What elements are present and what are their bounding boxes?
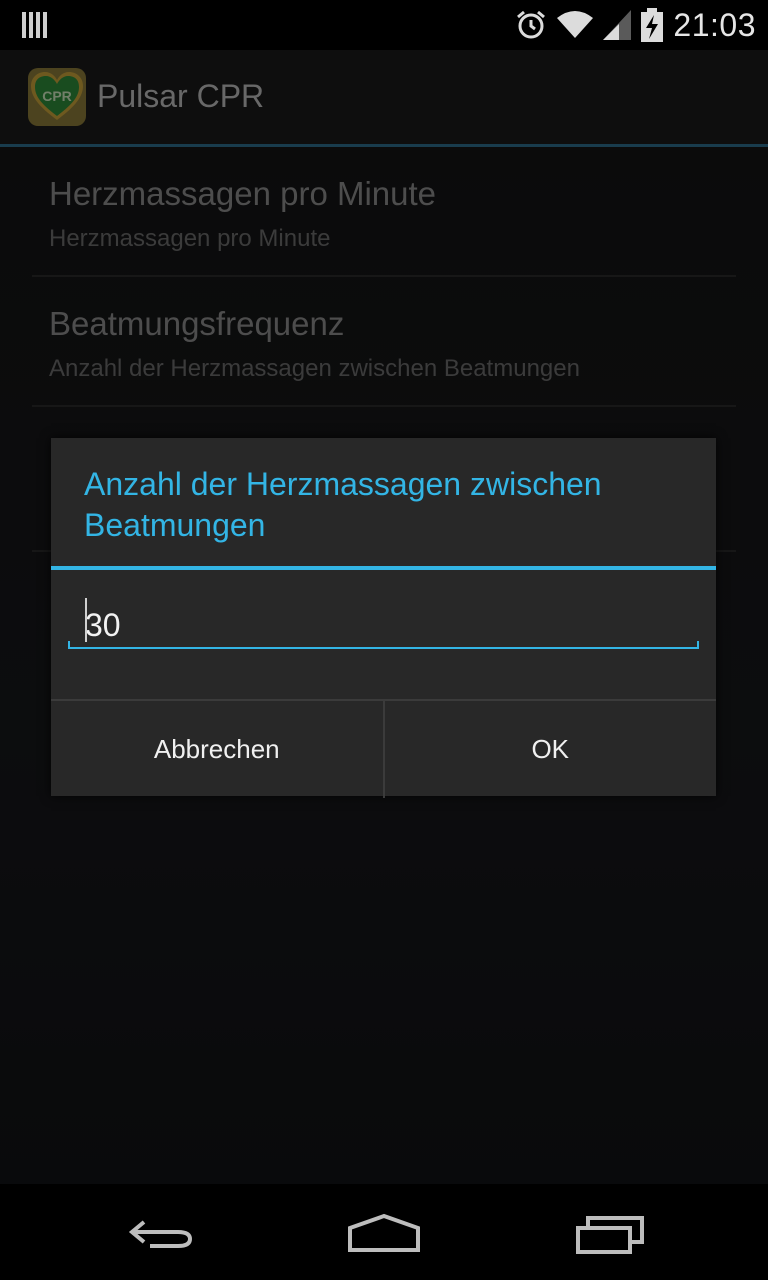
battery-charging-icon bbox=[641, 8, 664, 42]
dialog-button-row: Abbrechen OK bbox=[51, 699, 716, 798]
ok-button[interactable]: OK bbox=[385, 701, 717, 798]
wifi-icon bbox=[557, 11, 594, 38]
dialog-title-divider bbox=[51, 566, 716, 570]
clock: 21:03 bbox=[673, 6, 756, 43]
recent-apps-icon[interactable] bbox=[570, 1208, 650, 1258]
alarm-icon bbox=[517, 10, 546, 39]
status-bar: 21:03 bbox=[0, 0, 768, 50]
notification-bars-icon bbox=[22, 12, 47, 38]
cancel-button[interactable]: Abbrechen bbox=[51, 701, 383, 798]
compressions-number-input[interactable] bbox=[68, 590, 699, 650]
text-cursor bbox=[85, 598, 87, 642]
signal-icon bbox=[603, 10, 632, 40]
input-underline bbox=[68, 641, 699, 649]
dialog-title: Anzahl der Herzmassagen zwischen Beatmun… bbox=[84, 466, 602, 543]
back-icon[interactable] bbox=[120, 1208, 200, 1258]
edit-text-dialog: Anzahl der Herzmassagen zwischen Beatmun… bbox=[51, 438, 716, 798]
home-icon[interactable] bbox=[344, 1208, 424, 1258]
navigation-bar bbox=[0, 1184, 768, 1280]
